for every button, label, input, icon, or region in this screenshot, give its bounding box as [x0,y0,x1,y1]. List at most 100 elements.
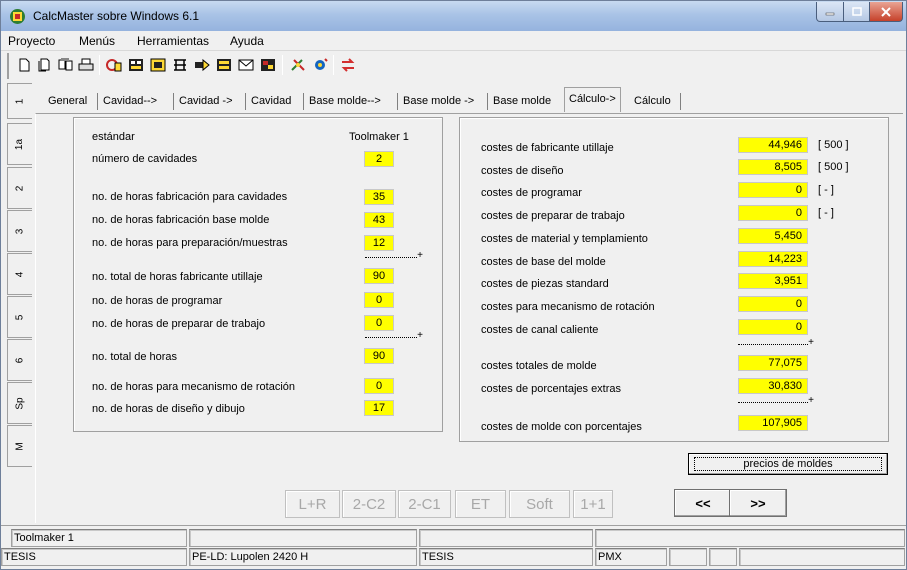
new-document-icon [19,58,30,72]
mail-button[interactable] [237,56,255,74]
cost-setup-field[interactable]: 0 [738,205,808,221]
vtab-3[interactable]: 3 [7,210,32,252]
title-bar[interactable]: CalcMaster sobre Windows 6.1 [1,1,906,31]
hours-label: no. de horas fabricación para cavidades [92,191,288,203]
cost-hot-runner-field[interactable]: 0 [738,319,808,335]
grid-icon [129,59,143,71]
settings-button[interactable] [311,56,329,74]
exchange-button[interactable] [339,56,357,74]
maximize-button[interactable] [843,2,870,22]
copy-document-button[interactable] [35,56,53,74]
cost-toolmaker-field[interactable]: 44,946 [738,137,808,153]
machine-button[interactable] [215,56,233,74]
cost-label: costes de molde con porcentajes [481,421,642,433]
2c1-button[interactable]: 2-C1 [398,490,451,518]
cost-label: costes de material y templamiento [481,233,648,245]
cavity-count-field[interactable]: 2 [364,151,394,167]
total-toolmaker-hours-field[interactable]: 90 [364,268,394,284]
open-documents-button[interactable] [57,56,75,74]
vtab-5[interactable]: 5 [7,296,32,338]
cavity-layout-icon [174,59,186,71]
vertical-tab-strip: 1 1a 2 3 4 5 6 Sp M [7,83,35,523]
next-button[interactable]: >> [729,489,787,517]
documents-icon [58,58,73,71]
hours-rotation-field[interactable]: 0 [364,378,394,394]
vtab-label: Sp [14,396,26,410]
cost-rate-unit: [ - ] [818,207,834,219]
print-button[interactable] [77,56,95,74]
tab-base-molde-2[interactable]: Base molde -> [403,90,474,112]
cavity-layout-button[interactable] [171,56,189,74]
cost-material-field[interactable]: 5,450 [738,228,808,244]
cost-programming-field[interactable]: 0 [738,182,808,198]
cost-rate-unit: [ 500 ] [818,161,849,173]
hours-label: número de cavidades [92,153,198,165]
mold-prices-button[interactable]: precios de moldes [688,453,888,475]
hours-label: no. total de horas fabricante utillaje [92,271,263,283]
tab-base-molde-1[interactable]: Base molde--> [309,90,381,112]
cost-grand-total-field[interactable]: 107,905 [738,415,808,431]
standard-label: estándar [92,131,135,143]
menu-ayuda[interactable]: Ayuda [230,34,264,48]
calculator-button[interactable] [105,56,123,74]
cost-label: costes de base del molde [481,256,606,268]
status-supplier: TESIS [419,548,593,566]
new-document-button[interactable] [15,56,33,74]
cost-rotation-field[interactable]: 0 [738,296,808,312]
lr-button[interactable]: L+R [285,490,340,518]
vtab-1a[interactable]: 1a [7,123,32,165]
vtab-label: 5 [14,314,26,320]
cost-design-field[interactable]: 8,505 [738,159,808,175]
hours-design-field[interactable]: 17 [364,400,394,416]
tab-cavidad-1[interactable]: Cavidad--> [103,90,157,112]
previous-button[interactable]: << [674,489,732,517]
cost-standard-parts-field[interactable]: 3,951 [738,273,808,289]
tools-button[interactable] [289,56,307,74]
total-hours-field[interactable]: 90 [364,348,394,364]
vtab-label: 3 [14,228,26,234]
menu-proyecto[interactable]: Proyecto [8,34,55,48]
calculator-icon [106,59,122,72]
hours-base-field[interactable]: 43 [364,212,394,228]
tab-cavidad-2[interactable]: Cavidad -> [179,90,233,112]
cost-extras-field[interactable]: 30,830 [738,378,808,394]
grid-view-button[interactable] [127,56,145,74]
tab-calculo-2[interactable]: Cálculo [634,90,671,112]
tab-calculo-1[interactable]: Cálculo-> [564,87,621,112]
et-button[interactable]: ET [455,490,506,518]
palette-icon [261,59,275,71]
settings-icon [315,58,328,70]
vtab-6[interactable]: 6 [7,339,32,381]
2c2-button[interactable]: 2-C2 [342,490,396,518]
hours-cavities-field[interactable]: 35 [364,189,394,205]
vtab-label: 1a [14,138,26,150]
soft-button[interactable]: Soft [509,490,570,518]
cost-base-field[interactable]: 14,223 [738,251,808,267]
vtab-m[interactable]: M [7,425,32,467]
close-icon [881,6,891,17]
mold-button[interactable] [149,56,167,74]
injection-button[interactable] [193,56,211,74]
status-cell [189,529,417,547]
menu-herramientas[interactable]: Herramientas [137,34,209,48]
hours-programming-field[interactable]: 0 [364,292,394,308]
tab-general[interactable]: General [48,90,87,112]
menu-menus[interactable]: Menús [79,34,115,48]
hours-preparation-field[interactable]: 12 [364,235,394,251]
sum-line [365,250,423,261]
tab-cavidad-3[interactable]: Cavidad [251,90,291,112]
vtab-sp[interactable]: Sp [7,382,32,424]
vtab-4[interactable]: 4 [7,253,32,295]
minimize-button[interactable] [816,2,844,22]
close-button[interactable] [869,2,903,22]
tab-separator [487,93,488,110]
one-plus-one-button[interactable]: 1+1 [573,490,613,518]
color-palette-button[interactable] [259,56,277,74]
vtab-1[interactable]: 1 [7,83,32,119]
vtab-2[interactable]: 2 [7,167,32,209]
hours-setup-field[interactable]: 0 [364,315,394,331]
tab-separator [97,93,98,110]
tab-separator [397,93,398,110]
cost-total-field[interactable]: 77,075 [738,355,808,371]
tab-base-molde-3[interactable]: Base molde [493,90,551,112]
